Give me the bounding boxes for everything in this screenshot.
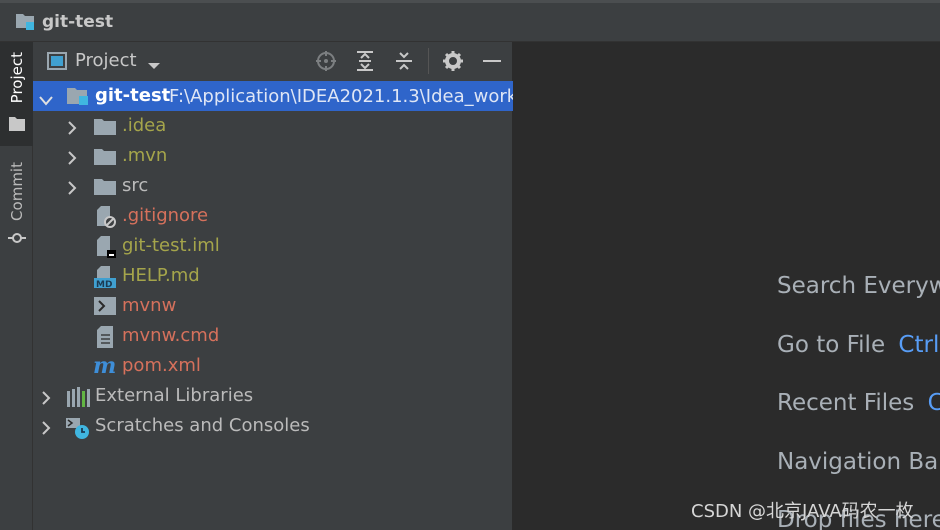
project-tool-tab[interactable]: Project <box>0 42 33 146</box>
folder-icon <box>94 148 116 170</box>
hint-text: Navigation Bar <box>777 449 940 475</box>
watermark: CSDN @北京JAVA码农一枚 <box>691 501 914 522</box>
tree-root-row[interactable]: git-test F:\Application\IDEA2021.1.3\Ide… <box>33 81 527 111</box>
minimize-icon[interactable] <box>481 50 503 72</box>
chevron-down-icon[interactable] <box>147 56 161 75</box>
hint-navigation-bar: Navigation Bar <box>777 449 940 475</box>
module-folder-icon <box>67 86 89 110</box>
svg-text:m: m <box>93 354 116 376</box>
hint-go-to-file: Go to File Ctrl <box>777 332 939 358</box>
project-panel-header: Project <box>33 42 513 80</box>
hint-shortcut: Ctrl <box>898 332 940 358</box>
tree-item-label: HELP.md <box>122 265 200 286</box>
project-tool-tab-label: Project <box>8 52 26 104</box>
commit-tool-tab-label: Commit <box>8 162 26 221</box>
tree-item-label: git-test.iml <box>122 235 220 256</box>
collapse-all-icon[interactable] <box>393 50 415 72</box>
library-icon <box>66 387 90 411</box>
hint-text: Go to File <box>777 332 886 358</box>
editor-empty-area: Search Everyw Go to File Ctrl Recent Fil… <box>513 42 940 530</box>
chevron-right-icon[interactable] <box>41 390 51 409</box>
project-view-icon <box>47 52 67 74</box>
commit-tool-tab[interactable]: Commit <box>0 154 33 254</box>
folder-icon <box>9 116 25 135</box>
window-title: git-test <box>42 12 114 32</box>
tree-item-iml[interactable]: git-test.iml <box>33 231 513 261</box>
shell-file-icon <box>94 297 116 319</box>
root-project-label: git-test <box>95 85 171 106</box>
header-divider <box>428 48 429 74</box>
tree-item-label: pom.xml <box>122 355 201 376</box>
project-view-selector[interactable]: Project <box>75 50 137 71</box>
maven-file-icon: m <box>93 353 117 380</box>
tree-item-label: Scratches and Consoles <box>95 415 310 436</box>
expand-all-icon[interactable] <box>354 50 376 72</box>
tree-item-src[interactable]: src <box>33 171 513 201</box>
folder-icon <box>94 118 116 140</box>
tool-window-strip: Project Commit <box>0 42 33 530</box>
chevron-right-icon[interactable] <box>67 180 77 199</box>
chevron-right-icon[interactable] <box>41 420 51 439</box>
commit-icon <box>8 230 26 249</box>
tree-item-label: src <box>122 175 149 196</box>
root-project-path: F:\Application\IDEA2021.1.3\Idea_works <box>169 86 527 107</box>
tree-item-label: .mvn <box>122 145 168 166</box>
project-folder-icon <box>16 13 36 35</box>
tree-item-label: .gitignore <box>122 205 209 226</box>
hint-shortcut: C <box>927 390 940 416</box>
tree-item-label: .idea <box>122 115 167 136</box>
folder-icon <box>94 178 116 200</box>
tree-item-help-md[interactable]: MD HELP.md <box>33 261 513 291</box>
tree-external-libraries[interactable]: External Libraries <box>33 381 513 411</box>
tree-item-label: mvnw.cmd <box>122 325 220 346</box>
tree-item-label: External Libraries <box>95 385 254 406</box>
tree-item-mvnw[interactable]: mvnw <box>33 291 513 321</box>
project-panel: Project git-test F:\Application\IDEA2021… <box>33 42 527 530</box>
tree-item-pom[interactable]: m pom.xml <box>33 351 513 381</box>
tree-item-mvnw-cmd[interactable]: mvnw.cmd <box>33 321 513 351</box>
hint-recent-files: Recent Files C <box>777 390 940 416</box>
svg-text:MD: MD <box>96 280 112 288</box>
markdown-file-icon: MD <box>94 266 116 292</box>
tree-item-label: mvnw <box>122 295 177 316</box>
chevron-down-icon[interactable] <box>39 91 53 110</box>
module-file-icon <box>96 236 116 262</box>
title-bar: git-test <box>0 0 940 42</box>
tree-scratches[interactable]: Scratches and Consoles <box>33 411 513 441</box>
ignore-file-icon <box>96 206 116 232</box>
chevron-right-icon[interactable] <box>67 120 77 139</box>
hint-search-everywhere: Search Everyw <box>777 273 940 299</box>
chevron-right-icon[interactable] <box>67 150 77 169</box>
tree-item-mvn[interactable]: .mvn <box>33 141 513 171</box>
locate-icon[interactable] <box>315 50 337 72</box>
tree-item-idea[interactable]: .idea <box>33 111 513 141</box>
text-file-icon <box>96 326 114 352</box>
gear-icon[interactable] <box>442 50 464 72</box>
hint-text: Search Everyw <box>777 273 940 299</box>
tree-item-gitignore[interactable]: .gitignore <box>33 201 513 231</box>
scratches-icon <box>66 416 90 444</box>
hint-text: Recent Files <box>777 390 915 416</box>
